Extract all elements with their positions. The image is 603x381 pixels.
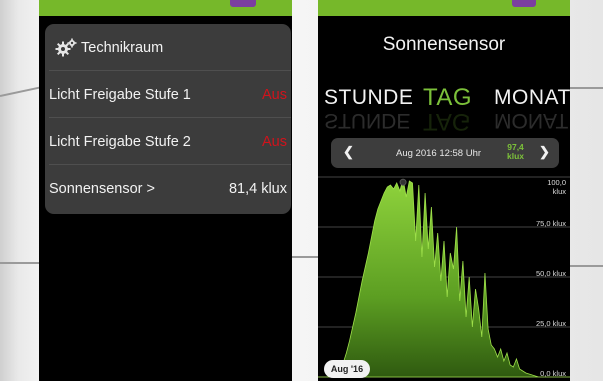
- row-label: Sonnensensor >: [49, 180, 156, 197]
- y-tick-label: 75,0 klux: [536, 219, 566, 228]
- current-value-marker[interactable]: [399, 178, 407, 186]
- status-bar: [39, 0, 292, 16]
- card-title: Technikraum: [81, 39, 164, 56]
- x-axis-badge: Aug '16: [324, 360, 370, 378]
- right-phone-screen: Sonnensensor STUNDE TAG MONAT STUNDE TAG…: [318, 0, 570, 381]
- background-wall-line: [570, 265, 603, 267]
- background-wall-line: [570, 87, 603, 89]
- row-licht-stufe-2[interactable]: Licht Freigabe Stufe 2 Aus: [49, 118, 291, 165]
- background-wall-line: [0, 262, 39, 264]
- status-tab: [230, 0, 256, 7]
- background-wall-line: [0, 86, 40, 97]
- y-tick-label: 0,0 klux: [540, 369, 566, 378]
- gears-icon: [55, 38, 77, 56]
- y-tick-label: 25,0 klux: [536, 319, 566, 328]
- left-phone-screen: Technikraum Licht Freigabe Stufe 1 Aus L…: [39, 0, 292, 381]
- y-tick-label: 50,0 klux: [536, 269, 566, 278]
- area-series: [318, 178, 570, 378]
- sun-sensor-chart: 0,0 klux 25,0 klux 50,0 klux 75,0 klux 100,0…: [318, 176, 570, 378]
- y-tick-label: 100,0 klux: [547, 178, 566, 196]
- background-wall-line: [292, 256, 318, 258]
- row-sonnensensor[interactable]: Sonnensensor > 81,4 klux: [49, 165, 291, 212]
- row-licht-stufe-1[interactable]: Licht Freigabe Stufe 1 Aus: [49, 71, 291, 118]
- row-label: Licht Freigabe Stufe 1: [49, 86, 191, 103]
- row-value: 81,4 klux: [228, 180, 287, 197]
- card-header: Technikraum: [49, 24, 291, 71]
- row-label: Licht Freigabe Stufe 2: [49, 133, 191, 150]
- room-card: Technikraum Licht Freigabe Stufe 1 Aus L…: [45, 24, 291, 214]
- row-value: Aus: [262, 86, 287, 103]
- row-value: Aus: [262, 133, 287, 150]
